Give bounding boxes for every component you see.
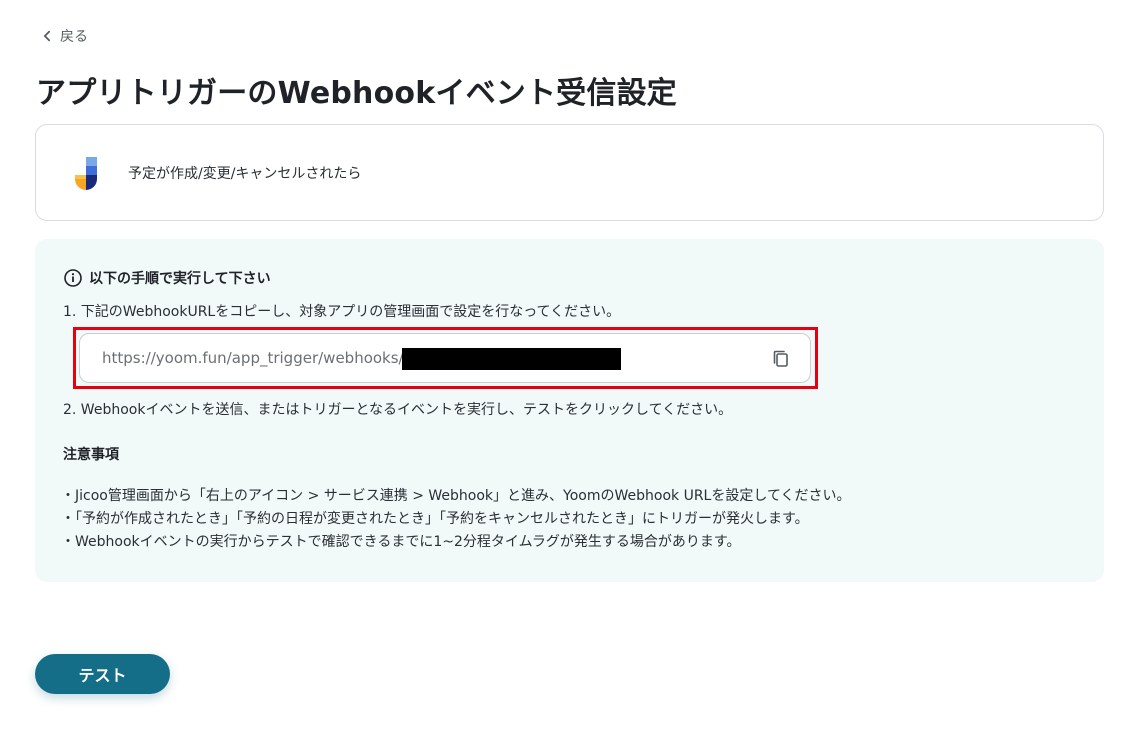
notes-list: ・Jicoo管理画面から「右上のアイコン > サービス連携 > Webhook」… (61, 485, 851, 554)
notes-title: 注意事項 (63, 447, 119, 463)
webhook-url-text[interactable]: https://yoom.fun/app_trigger/webhooks/ (102, 349, 404, 367)
note-item: ・Webhookイベントの実行からテストで確認できるまでに1~2分程タイムラグが… (61, 534, 741, 550)
jicoo-logo-icon (75, 156, 97, 190)
note-item: ・Jicoo管理画面から「右上のアイコン > サービス連携 > Webhook」… (61, 488, 851, 504)
trigger-card: 予定が作成/変更/キャンセルされたら (35, 124, 1104, 221)
webhook-url-field[interactable]: https://yoom.fun/app_trigger/webhooks/ (79, 333, 811, 383)
info-icon (64, 269, 82, 287)
instructions-heading-text: 以下の手順で実行して下さい (89, 271, 271, 287)
page-title: アプリトリガーのWebhookイベント受信設定 (36, 76, 677, 111)
instructions-heading: 以下の手順で実行して下さい (63, 268, 271, 288)
step-1-text: 1. 下記のWebhookURLをコピーし、対象アプリの管理画面で設定を行なって… (63, 304, 621, 320)
redacted-token (402, 348, 621, 370)
instructions-panel: 以下の手順で実行して下さい 1. 下記のWebhookURLをコピーし、対象アプ… (35, 239, 1104, 582)
step-2-text: 2. Webhookイベントを送信、またはトリガーとなるイベントを実行し、テスト… (63, 402, 733, 418)
back-label: 戻る (60, 29, 88, 45)
note-item: ・「予約が作成されたとき」「予約の日程が変更されたとき」「予約をキャンセルされた… (61, 511, 809, 527)
chevron-left-icon (43, 30, 51, 42)
test-button[interactable]: テスト (35, 654, 170, 694)
trigger-label: 予定が作成/変更/キャンセルされたら (128, 165, 362, 182)
copy-icon[interactable] (770, 348, 792, 370)
back-link[interactable]: 戻る (40, 26, 88, 46)
